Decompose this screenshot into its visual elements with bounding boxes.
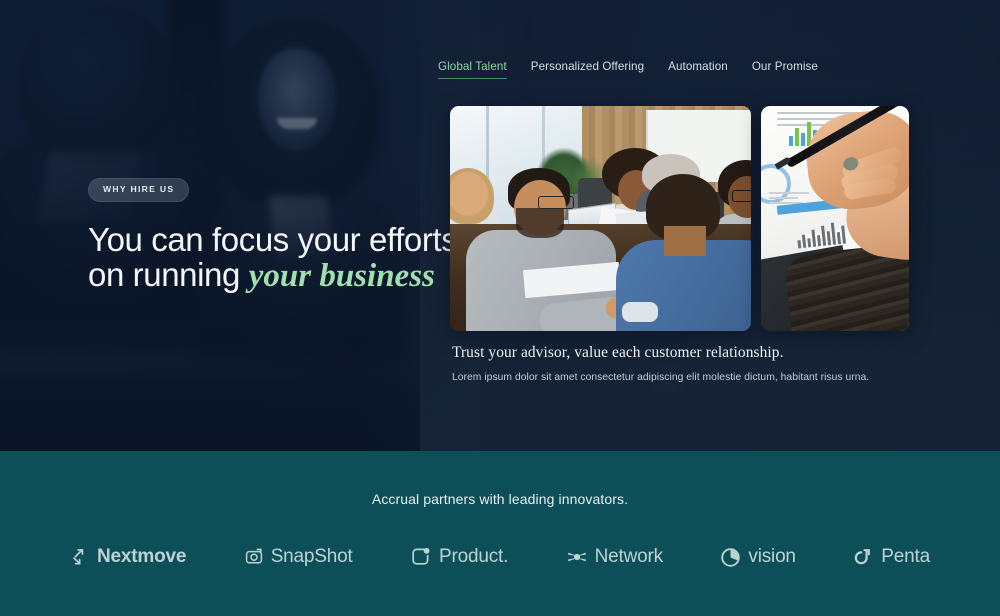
headline-line-1: You can focus your efforts — [88, 220, 458, 258]
partners-title: Accrual partners with leading innovators… — [371, 491, 629, 507]
partner-logo-label: Penta — [881, 546, 930, 567]
caption-subtitle: Lorem ipsum dolor sit amet consectetur a… — [452, 372, 870, 383]
nav-item-label: Automation — [668, 60, 728, 73]
meeting-photo-card — [450, 106, 751, 331]
partner-logo-penta[interactable]: Penta — [853, 546, 930, 568]
why-hire-us-badge: WHY HIRE US — [88, 178, 190, 202]
pie-circle-icon — [720, 547, 741, 568]
nav-item-automation[interactable]: Automation — [668, 60, 728, 79]
partner-logo-label: SnapShot — [270, 546, 353, 567]
nav-item-label: Personalized Offering — [530, 60, 645, 73]
caption-title: Trust your advisor, value each customer … — [452, 344, 784, 361]
rounded-square-dot-icon — [410, 546, 432, 568]
hero-copy: WHY HIRE US You can focus your efforts o… — [88, 178, 458, 317]
hero-image-cards — [450, 106, 909, 331]
arrows-icon — [70, 547, 90, 567]
hero-caption: Trust your advisor, value each customer … — [452, 344, 922, 383]
meeting-person-grey-suit — [466, 168, 632, 331]
partner-logo-product[interactable]: Product. — [410, 546, 508, 568]
partner-logo-network[interactable]: Network — [566, 546, 663, 568]
nav-item-personalized-offering[interactable]: Personalized Offering — [531, 60, 644, 79]
star-burst-icon — [566, 547, 588, 567]
camera-icon — [244, 547, 264, 567]
chart-photo-card — [761, 106, 909, 331]
partner-logo-label: Network — [594, 546, 663, 567]
headline-line-2-plain: on running — [88, 256, 249, 294]
top-navigation: Global Talent Personalized Offering Auto… — [438, 60, 818, 79]
partner-logo-nextmove[interactable]: Nextmove — [70, 546, 186, 568]
partner-logo-label: Product. — [439, 546, 509, 567]
nav-item-label: Our Promise — [751, 60, 818, 73]
partner-logos: Nextmove SnapShot Product. Network visio… — [70, 546, 930, 568]
headline-accent: your business — [248, 258, 435, 295]
landing-page: Global Talent Personalized Offering Auto… — [0, 0, 1000, 616]
chart-photo — [761, 106, 909, 331]
nav-item-our-promise[interactable]: Our Promise — [752, 60, 818, 79]
partner-logo-snapshot[interactable]: SnapShot — [244, 546, 353, 568]
curved-arrow-icon — [853, 547, 874, 568]
hero-headline: You can focus your efforts on running yo… — [88, 221, 458, 295]
nav-item-label: Global Talent — [438, 60, 507, 73]
nav-item-global-talent[interactable]: Global Talent — [438, 60, 507, 79]
meeting-person-blue-suit — [616, 174, 751, 331]
hero-section: Global Talent Personalized Offering Auto… — [0, 0, 1000, 451]
partner-logo-label: Nextmove — [97, 546, 187, 567]
partner-logo-label: vision — [748, 546, 796, 567]
partners-section: Accrual partners with leading innovators… — [0, 451, 1000, 616]
meeting-photo — [450, 106, 751, 331]
partner-logo-vision[interactable]: vision — [720, 546, 796, 568]
